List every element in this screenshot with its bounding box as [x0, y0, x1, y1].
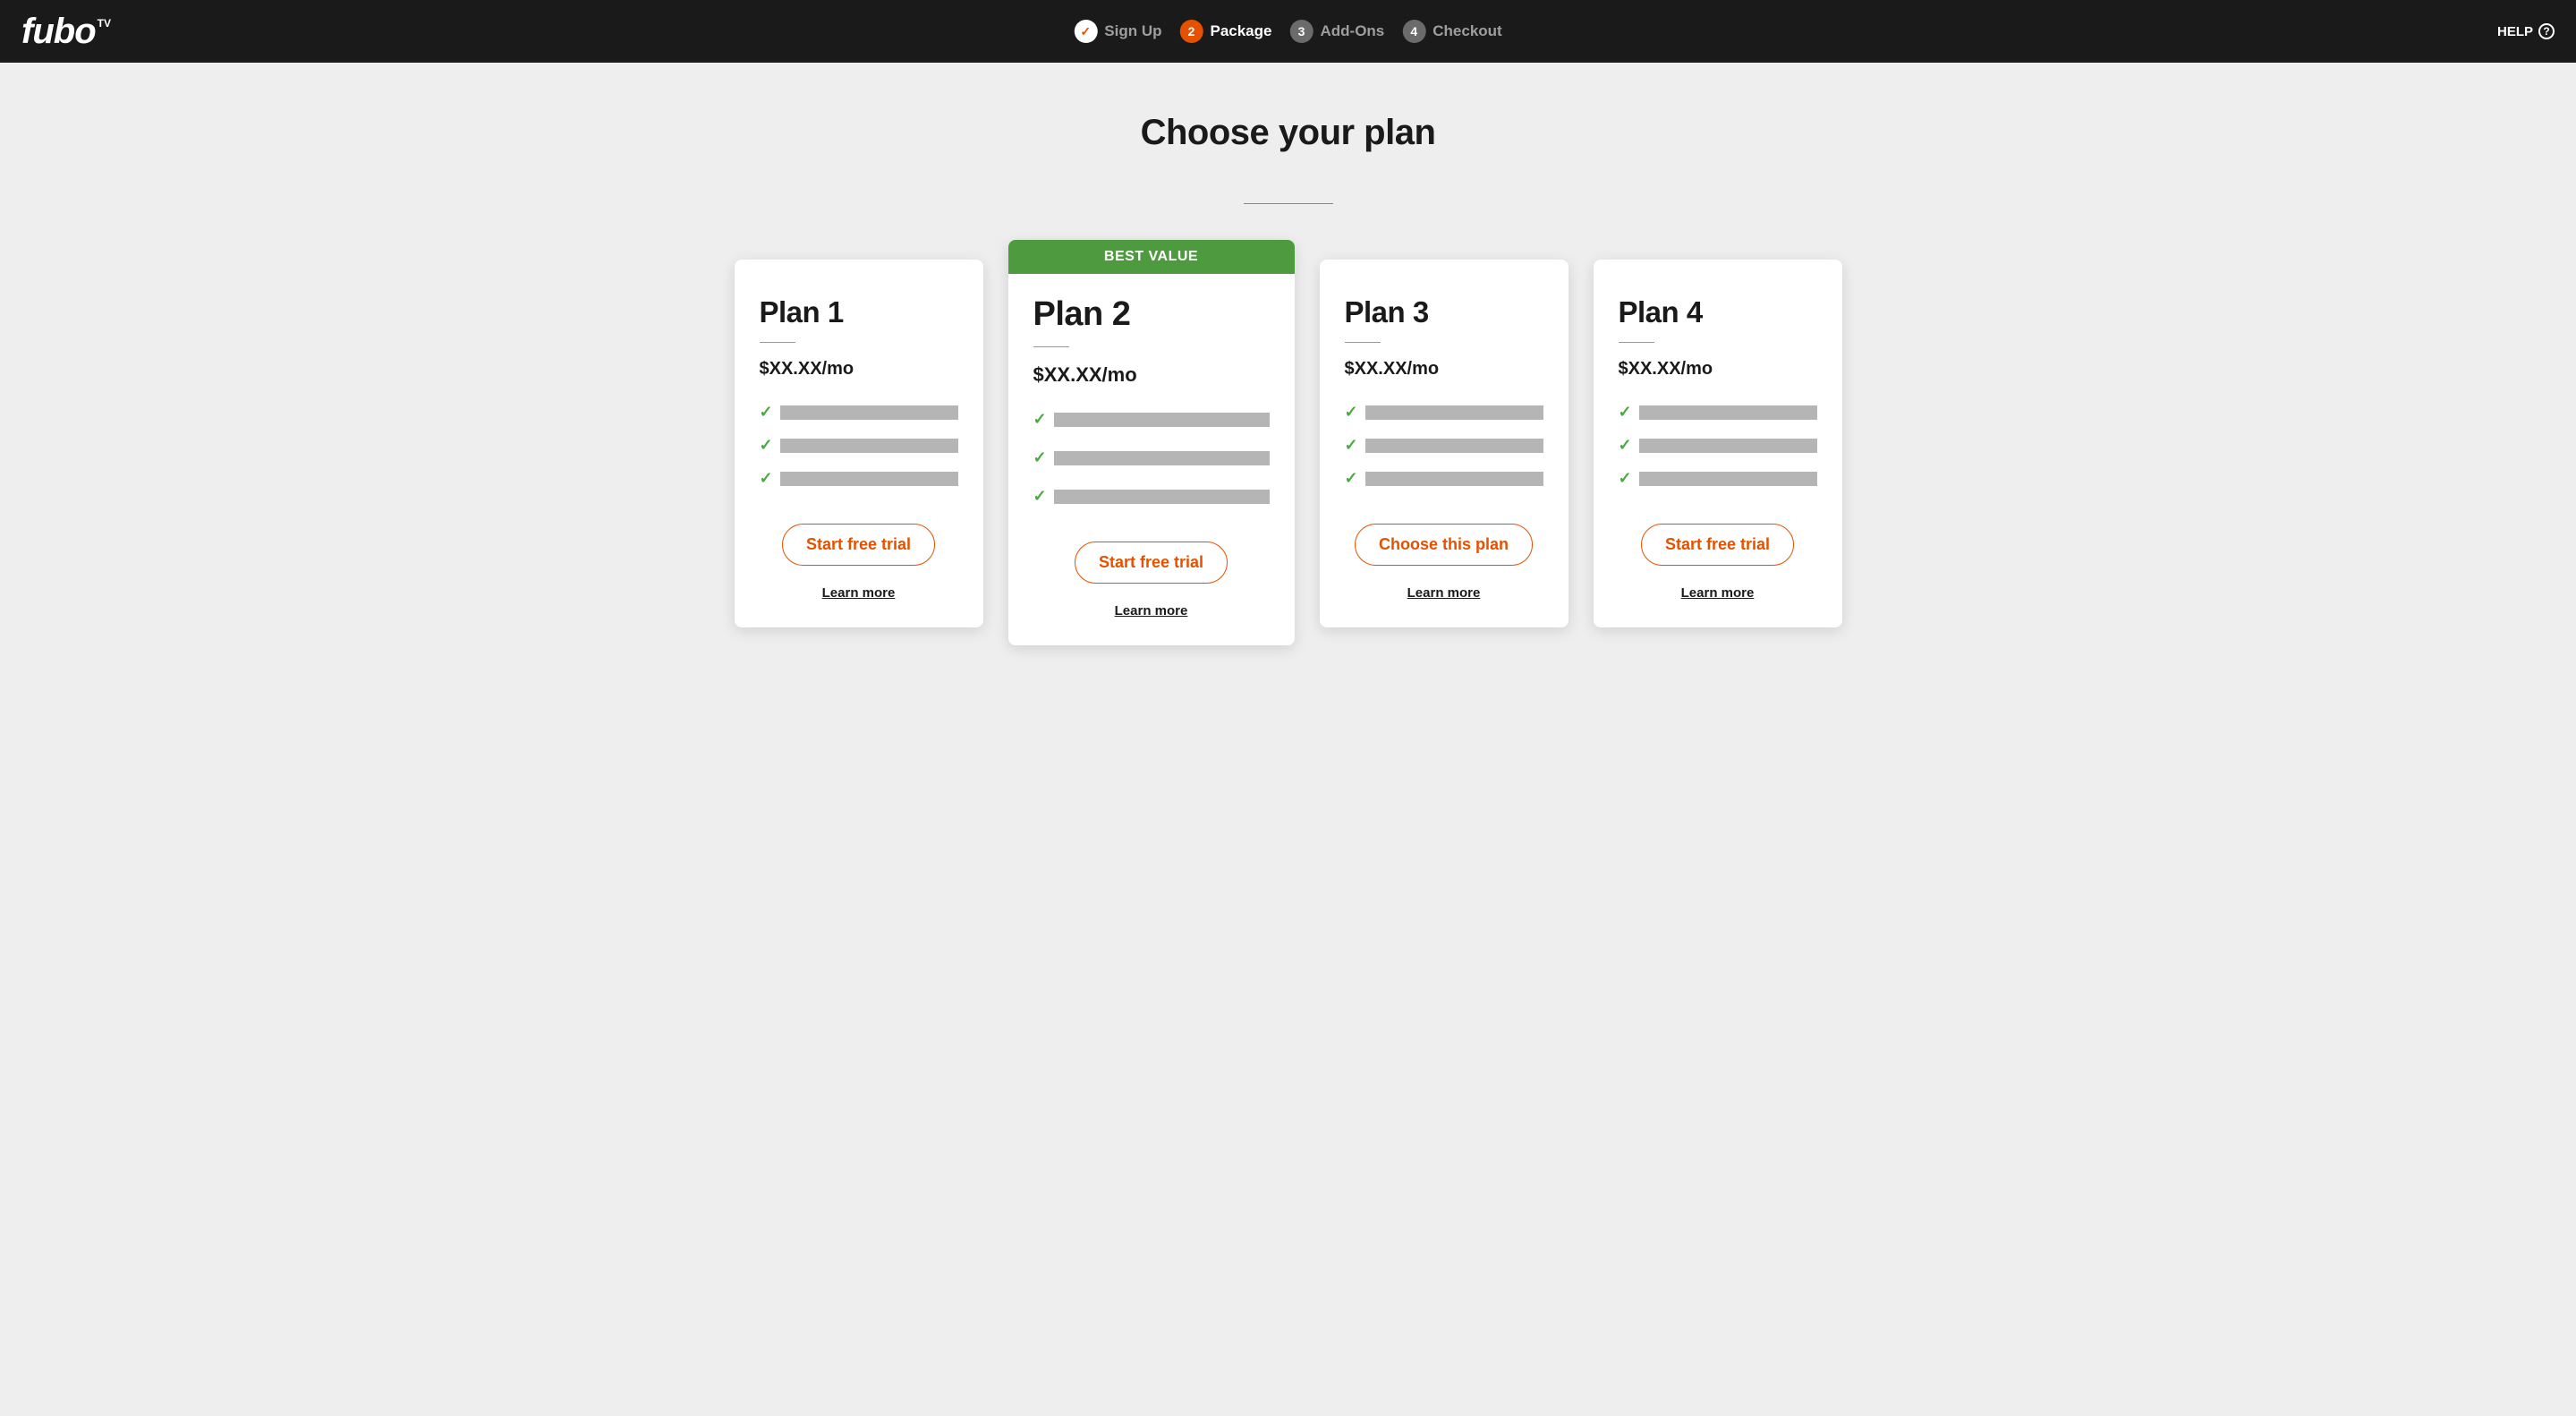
choose-plan-button[interactable]: Choose this plan [1355, 524, 1533, 566]
plan-divider [1619, 342, 1654, 343]
check-icon: ✓ [1619, 436, 1632, 455]
plan-name: Plan 1 [760, 295, 958, 329]
feature-list: ✓ ✓ ✓ [1345, 403, 1543, 488]
plan-price: $XX.XX/mo [760, 359, 958, 380]
check-icon: ✓ [1033, 448, 1047, 467]
feature-item: ✓ [1619, 469, 1817, 488]
plan-divider [1345, 342, 1381, 343]
step-addons: 3 Add-Ons [1289, 20, 1384, 43]
feature-placeholder [780, 439, 958, 453]
feature-list: ✓ ✓ ✓ [1033, 410, 1270, 506]
check-icon: ✓ [760, 436, 773, 455]
best-value-banner: BEST VALUE [1008, 240, 1295, 274]
logo-main: fubo [21, 12, 96, 52]
step-signup: ✓ Sign Up [1074, 20, 1161, 43]
step-circle-active: 2 [1179, 20, 1203, 43]
check-icon: ✓ [1345, 403, 1358, 422]
plan-name: Plan 3 [1345, 295, 1543, 329]
feature-item: ✓ [1033, 410, 1270, 429]
feature-placeholder [780, 472, 958, 486]
start-trial-button[interactable]: Start free trial [1641, 524, 1794, 566]
plans-container: Plan 1 $XX.XX/mo ✓ ✓ ✓ Start free trial … [0, 260, 2576, 717]
step-circle-done: ✓ [1074, 20, 1097, 43]
help-label: HELP [2497, 24, 2533, 39]
check-icon: ✓ [1345, 436, 1358, 455]
start-trial-button[interactable]: Start free trial [782, 524, 935, 566]
check-icon: ✓ [1080, 24, 1091, 39]
check-icon: ✓ [1619, 403, 1632, 422]
feature-item: ✓ [1619, 436, 1817, 455]
learn-more-link[interactable]: Learn more [760, 585, 958, 601]
check-icon: ✓ [1033, 487, 1047, 506]
feature-list: ✓ ✓ ✓ [760, 403, 958, 488]
feature-item: ✓ [1619, 403, 1817, 422]
step-circle-pending: 3 [1289, 20, 1313, 43]
logo[interactable]: fuboTV [21, 12, 111, 52]
plan-name: Plan 4 [1619, 295, 1817, 329]
title-divider [1244, 203, 1333, 204]
progress-stepper: ✓ Sign Up 2 Package 3 Add-Ons 4 Checkout [1074, 20, 1501, 43]
feature-placeholder [1054, 490, 1270, 504]
feature-placeholder [1639, 439, 1817, 453]
step-label: Sign Up [1104, 22, 1161, 40]
feature-list: ✓ ✓ ✓ [1619, 403, 1817, 488]
feature-item: ✓ [760, 436, 958, 455]
plan-card-2-featured: BEST VALUE Plan 2 $XX.XX/mo ✓ ✓ ✓ Start … [1008, 240, 1295, 645]
feature-item: ✓ [1345, 469, 1543, 488]
check-icon: ✓ [760, 469, 773, 488]
step-checkout: 4 Checkout [1402, 20, 1501, 43]
feature-item: ✓ [1345, 403, 1543, 422]
plan-card-1: Plan 1 $XX.XX/mo ✓ ✓ ✓ Start free trial … [735, 260, 983, 627]
feature-placeholder [1054, 451, 1270, 465]
feature-placeholder [780, 405, 958, 420]
step-label: Checkout [1433, 22, 1501, 40]
plan-price: $XX.XX/mo [1345, 359, 1543, 380]
feature-placeholder [1639, 472, 1817, 486]
check-icon: ✓ [1033, 410, 1047, 429]
plan-price: $XX.XX/mo [1619, 359, 1817, 380]
plan-price: $XX.XX/mo [1033, 363, 1270, 387]
plan-divider [760, 342, 795, 343]
feature-item: ✓ [1033, 487, 1270, 506]
plan-card-4: Plan 4 $XX.XX/mo ✓ ✓ ✓ Start free trial … [1594, 260, 1842, 627]
learn-more-link[interactable]: Learn more [1033, 603, 1270, 618]
check-icon: ✓ [1619, 469, 1632, 488]
feature-placeholder [1365, 439, 1543, 453]
feature-placeholder [1639, 405, 1817, 420]
help-icon: ? [2538, 23, 2555, 39]
feature-item: ✓ [1033, 448, 1270, 467]
start-trial-button[interactable]: Start free trial [1075, 542, 1228, 584]
step-label: Package [1210, 22, 1271, 40]
learn-more-link[interactable]: Learn more [1345, 585, 1543, 601]
feature-placeholder [1365, 472, 1543, 486]
step-package: 2 Package [1179, 20, 1271, 43]
step-circle-pending: 4 [1402, 20, 1425, 43]
feature-item: ✓ [1345, 436, 1543, 455]
feature-item: ✓ [760, 403, 958, 422]
step-label: Add-Ons [1320, 22, 1384, 40]
plan-card-3: Plan 3 $XX.XX/mo ✓ ✓ ✓ Choose this plan … [1320, 260, 1569, 627]
check-icon: ✓ [1345, 469, 1358, 488]
plan-name: Plan 2 [1033, 295, 1270, 334]
plan-divider [1033, 346, 1069, 347]
feature-placeholder [1054, 413, 1270, 427]
help-link[interactable]: HELP ? [2497, 23, 2555, 39]
header-bar: fuboTV ✓ Sign Up 2 Package 3 Add-Ons 4 C… [0, 0, 2576, 63]
page-title: Choose your plan [0, 113, 2576, 153]
logo-suffix: TV [98, 17, 111, 30]
learn-more-link[interactable]: Learn more [1619, 585, 1817, 601]
check-icon: ✓ [760, 403, 773, 422]
feature-item: ✓ [760, 469, 958, 488]
feature-placeholder [1365, 405, 1543, 420]
